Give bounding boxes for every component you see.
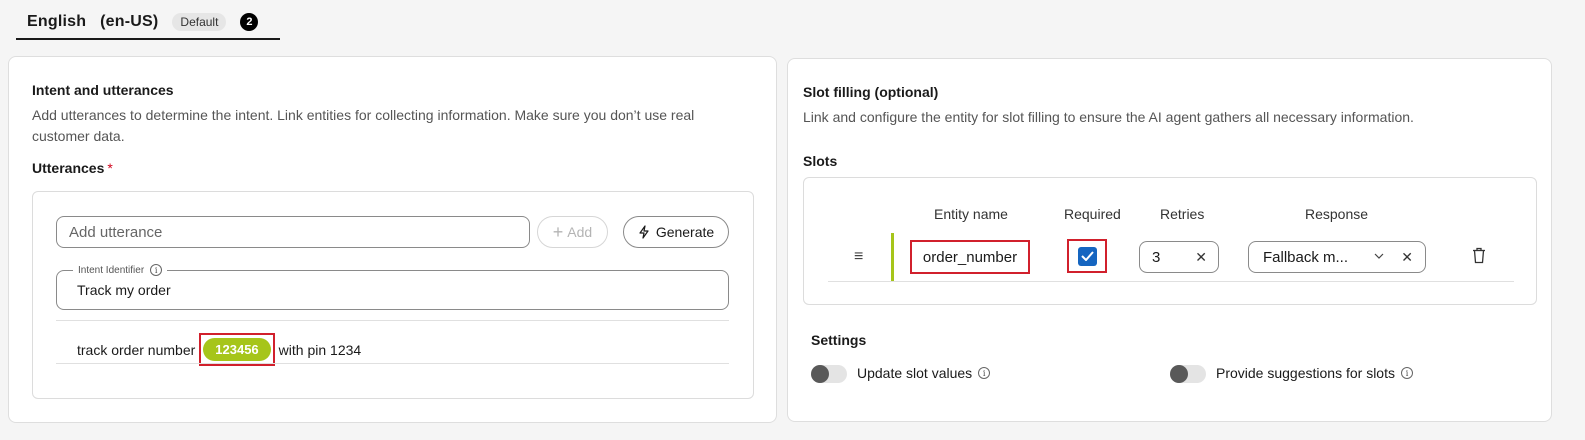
- intent-identifier-field[interactable]: Intent Identifier i Track my order: [56, 264, 729, 310]
- response-select[interactable]: Fallback m... ✕: [1248, 241, 1426, 273]
- slot-row-divider: [828, 281, 1514, 282]
- update-slot-values-row: Update slot values i: [857, 365, 991, 381]
- info-icon[interactable]: i: [150, 264, 163, 276]
- utterance-text-after: with pin 1234: [278, 341, 362, 358]
- response-value: Fallback m...: [1263, 248, 1349, 266]
- utterances-box: Add utterance + Add Generate Intent Iden…: [32, 191, 754, 399]
- check-icon: [1080, 251, 1094, 261]
- count-badge: 2: [240, 13, 259, 31]
- chevron-down-icon[interactable]: [1373, 250, 1385, 262]
- utterance-divider-top: [56, 320, 729, 321]
- entity-highlight: 123456: [199, 333, 275, 366]
- provide-suggestions-toggle[interactable]: [1170, 365, 1206, 383]
- language-tab[interactable]: English (en-US) Default 2: [16, 6, 280, 40]
- slot-filling-card: Slot filling (optional) Link and configu…: [787, 58, 1552, 422]
- utterance-text-before: track order number: [77, 341, 196, 358]
- retries-value: 3: [1152, 248, 1161, 266]
- slot-section-description: Link and configure the entity for slot f…: [803, 109, 1414, 125]
- add-utterance-placeholder: Add utterance: [69, 223, 163, 241]
- required-checkbox[interactable]: [1077, 246, 1097, 266]
- entity-chip[interactable]: 123456: [203, 338, 271, 361]
- update-slot-values-label: Update slot values: [857, 365, 973, 381]
- retries-input[interactable]: 3 ✕: [1139, 241, 1219, 273]
- add-utterance-input[interactable]: Add utterance: [56, 216, 530, 248]
- col-retries: Retries: [1160, 206, 1205, 222]
- toggle-knob: [1170, 365, 1188, 383]
- utterance-divider-bottom: [56, 363, 729, 364]
- provide-suggestions-row: Provide suggestions for slots i: [1216, 365, 1413, 381]
- intent-identifier-value: Track my order: [77, 282, 171, 298]
- col-entity-name: Entity name: [934, 206, 1008, 222]
- drag-handle-icon[interactable]: ≡: [854, 248, 863, 266]
- utterances-label: Utterances *: [32, 160, 113, 176]
- plus-icon: +: [552, 222, 564, 242]
- intent-utterances-card: Intent and utterances Add utterances to …: [8, 56, 777, 423]
- generate-button[interactable]: Generate: [623, 216, 729, 248]
- response-clear-icon[interactable]: ✕: [1401, 249, 1413, 266]
- required-asterisk: *: [107, 160, 113, 176]
- settings-title: Settings: [811, 332, 867, 348]
- lightning-icon: [639, 225, 649, 239]
- slots-label: Slots: [803, 153, 838, 169]
- slot-section-title: Slot filling (optional): [803, 84, 939, 100]
- required-highlight: [1067, 239, 1107, 273]
- info-icon[interactable]: i: [978, 367, 991, 379]
- utterances-label-text: Utterances: [32, 160, 105, 176]
- slot-row-accent: [891, 233, 894, 281]
- info-icon[interactable]: i: [1400, 367, 1413, 379]
- language-tab-title: English (en-US): [27, 13, 159, 30]
- slots-table: Entity name Required Retries Response ≡ …: [803, 177, 1537, 305]
- retries-clear-icon[interactable]: ✕: [1195, 249, 1207, 266]
- default-badge: Default: [172, 13, 227, 31]
- intent-identifier-label: Intent Identifier: [78, 264, 145, 276]
- add-button[interactable]: + Add: [537, 216, 608, 248]
- utterance-row[interactable]: track order number 123456 with pin 1234: [77, 333, 361, 366]
- update-slot-values-toggle[interactable]: [811, 365, 847, 383]
- generate-button-label: Generate: [655, 224, 715, 240]
- intent-section-description: Add utterances to determine the intent. …: [32, 107, 695, 144]
- slot-entity-name: order_number: [910, 240, 1030, 274]
- intent-section-title: Intent and utterances: [32, 82, 174, 98]
- provide-suggestions-label: Provide suggestions for slots: [1216, 365, 1395, 381]
- col-required: Required: [1064, 206, 1121, 222]
- toggle-knob: [811, 365, 829, 383]
- col-response: Response: [1305, 206, 1369, 222]
- add-button-label: Add: [567, 224, 593, 240]
- trash-icon[interactable]: [1472, 247, 1486, 264]
- intent-identifier-legend: Intent Identifier i: [73, 264, 168, 276]
